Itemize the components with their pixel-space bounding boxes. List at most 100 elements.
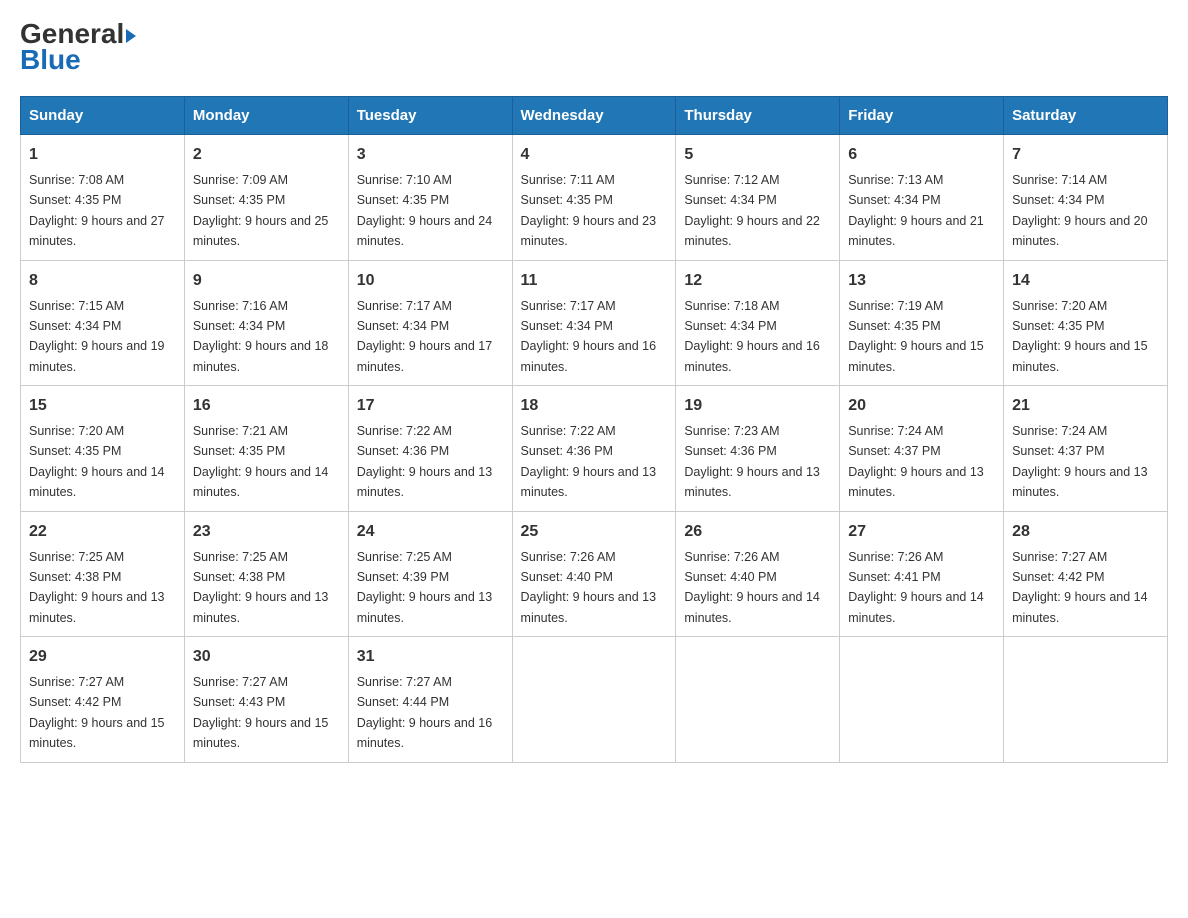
day-number: 24 [357,520,504,544]
day-number: 12 [684,269,831,293]
day-info: Sunrise: 7:12 AMSunset: 4:34 PMDaylight:… [684,173,820,248]
day-number: 5 [684,143,831,167]
day-info: Sunrise: 7:09 AMSunset: 4:35 PMDaylight:… [193,173,329,248]
day-number: 9 [193,269,340,293]
day-info: Sunrise: 7:26 AMSunset: 4:40 PMDaylight:… [684,550,820,625]
day-number: 16 [193,394,340,418]
day-number: 28 [1012,520,1159,544]
day-info: Sunrise: 7:20 AMSunset: 4:35 PMDaylight:… [1012,299,1148,374]
day-info: Sunrise: 7:26 AMSunset: 4:41 PMDaylight:… [848,550,984,625]
day-number: 20 [848,394,995,418]
day-number: 7 [1012,143,1159,167]
day-info: Sunrise: 7:19 AMSunset: 4:35 PMDaylight:… [848,299,984,374]
col-header-friday: Friday [840,97,1004,135]
day-number: 17 [357,394,504,418]
col-header-monday: Monday [184,97,348,135]
day-number: 29 [29,645,176,669]
day-number: 15 [29,394,176,418]
table-row: 14 Sunrise: 7:20 AMSunset: 4:35 PMDayligh… [1004,260,1168,386]
col-header-tuesday: Tuesday [348,97,512,135]
table-row: 31 Sunrise: 7:27 AMSunset: 4:44 PMDayligh… [348,637,512,763]
table-row: 26 Sunrise: 7:26 AMSunset: 4:40 PMDayligh… [676,511,840,637]
table-row [1004,637,1168,763]
table-row: 22 Sunrise: 7:25 AMSunset: 4:38 PMDayligh… [21,511,185,637]
day-info: Sunrise: 7:27 AMSunset: 4:44 PMDaylight:… [357,675,493,750]
page-header: General Blue [20,20,1168,76]
day-info: Sunrise: 7:18 AMSunset: 4:34 PMDaylight:… [684,299,820,374]
calendar-header-row: SundayMondayTuesdayWednesdayThursdayFrid… [21,97,1168,135]
col-header-saturday: Saturday [1004,97,1168,135]
day-info: Sunrise: 7:27 AMSunset: 4:42 PMDaylight:… [1012,550,1148,625]
table-row: 23 Sunrise: 7:25 AMSunset: 4:38 PMDayligh… [184,511,348,637]
day-info: Sunrise: 7:20 AMSunset: 4:35 PMDaylight:… [29,424,165,499]
calendar-table: SundayMondayTuesdayWednesdayThursdayFrid… [20,96,1168,763]
day-number: 27 [848,520,995,544]
day-info: Sunrise: 7:24 AMSunset: 4:37 PMDaylight:… [848,424,984,499]
day-info: Sunrise: 7:17 AMSunset: 4:34 PMDaylight:… [521,299,657,374]
day-number: 14 [1012,269,1159,293]
day-info: Sunrise: 7:10 AMSunset: 4:35 PMDaylight:… [357,173,493,248]
day-number: 10 [357,269,504,293]
day-number: 2 [193,143,340,167]
day-number: 19 [684,394,831,418]
day-number: 3 [357,143,504,167]
col-header-thursday: Thursday [676,97,840,135]
logo: General Blue [20,20,136,76]
table-row [676,637,840,763]
day-number: 4 [521,143,668,167]
logo-line2: Blue [20,44,81,76]
day-info: Sunrise: 7:26 AMSunset: 4:40 PMDaylight:… [521,550,657,625]
day-number: 22 [29,520,176,544]
day-info: Sunrise: 7:15 AMSunset: 4:34 PMDaylight:… [29,299,165,374]
day-number: 31 [357,645,504,669]
day-info: Sunrise: 7:25 AMSunset: 4:38 PMDaylight:… [193,550,329,625]
day-number: 1 [29,143,176,167]
table-row: 12 Sunrise: 7:18 AMSunset: 4:34 PMDayligh… [676,260,840,386]
calendar-week-4: 22 Sunrise: 7:25 AMSunset: 4:38 PMDayligh… [21,511,1168,637]
day-info: Sunrise: 7:08 AMSunset: 4:35 PMDaylight:… [29,173,165,248]
day-info: Sunrise: 7:27 AMSunset: 4:43 PMDaylight:… [193,675,329,750]
day-info: Sunrise: 7:22 AMSunset: 4:36 PMDaylight:… [357,424,493,499]
table-row: 7Sunrise: 7:14 AMSunset: 4:34 PMDaylight… [1004,135,1168,261]
table-row: 4 Sunrise: 7:11 AMSunset: 4:35 PMDaylight… [512,135,676,261]
day-info: Sunrise: 7:16 AMSunset: 4:34 PMDaylight:… [193,299,329,374]
table-row: 18Sunrise: 7:22 AMSunset: 4:36 PMDayligh… [512,386,676,512]
calendar-week-2: 8 Sunrise: 7:15 AMSunset: 4:34 PMDaylight… [21,260,1168,386]
day-number: 30 [193,645,340,669]
day-info: Sunrise: 7:27 AMSunset: 4:42 PMDaylight:… [29,675,165,750]
table-row: 15 Sunrise: 7:20 AMSunset: 4:35 PMDayligh… [21,386,185,512]
table-row: 1 Sunrise: 7:08 AMSunset: 4:35 PMDaylight… [21,135,185,261]
calendar-week-1: 1 Sunrise: 7:08 AMSunset: 4:35 PMDaylight… [21,135,1168,261]
table-row: 6 Sunrise: 7:13 AMSunset: 4:34 PMDaylight… [840,135,1004,261]
day-number: 6 [848,143,995,167]
day-number: 8 [29,269,176,293]
table-row: 8 Sunrise: 7:15 AMSunset: 4:34 PMDaylight… [21,260,185,386]
table-row: 13Sunrise: 7:19 AMSunset: 4:35 PMDayligh… [840,260,1004,386]
table-row: 11 Sunrise: 7:17 AMSunset: 4:34 PMDayligh… [512,260,676,386]
table-row: 16 Sunrise: 7:21 AMSunset: 4:35 PMDayligh… [184,386,348,512]
table-row: 25 Sunrise: 7:26 AMSunset: 4:40 PMDayligh… [512,511,676,637]
day-number: 21 [1012,394,1159,418]
table-row: 24Sunrise: 7:25 AMSunset: 4:39 PMDayligh… [348,511,512,637]
table-row: 2 Sunrise: 7:09 AMSunset: 4:35 PMDaylight… [184,135,348,261]
table-row: 27 Sunrise: 7:26 AMSunset: 4:41 PMDayligh… [840,511,1004,637]
table-row [512,637,676,763]
day-info: Sunrise: 7:21 AMSunset: 4:35 PMDaylight:… [193,424,329,499]
calendar-week-5: 29 Sunrise: 7:27 AMSunset: 4:42 PMDayligh… [21,637,1168,763]
day-info: Sunrise: 7:13 AMSunset: 4:34 PMDaylight:… [848,173,984,248]
table-row: 3 Sunrise: 7:10 AMSunset: 4:35 PMDaylight… [348,135,512,261]
table-row: 17 Sunrise: 7:22 AMSunset: 4:36 PMDayligh… [348,386,512,512]
table-row: 30 Sunrise: 7:27 AMSunset: 4:43 PMDayligh… [184,637,348,763]
day-info: Sunrise: 7:17 AMSunset: 4:34 PMDaylight:… [357,299,493,374]
table-row: 9 Sunrise: 7:16 AMSunset: 4:34 PMDaylight… [184,260,348,386]
day-info: Sunrise: 7:11 AMSunset: 4:35 PMDaylight:… [521,173,657,248]
table-row: 28 Sunrise: 7:27 AMSunset: 4:42 PMDayligh… [1004,511,1168,637]
day-number: 11 [521,269,668,293]
calendar-week-3: 15 Sunrise: 7:20 AMSunset: 4:35 PMDayligh… [21,386,1168,512]
day-number: 26 [684,520,831,544]
day-number: 23 [193,520,340,544]
day-info: Sunrise: 7:25 AMSunset: 4:38 PMDaylight:… [29,550,165,625]
day-number: 25 [521,520,668,544]
day-info: Sunrise: 7:23 AMSunset: 4:36 PMDaylight:… [684,424,820,499]
day-info: Sunrise: 7:22 AMSunset: 4:36 PMDaylight:… [521,424,657,499]
